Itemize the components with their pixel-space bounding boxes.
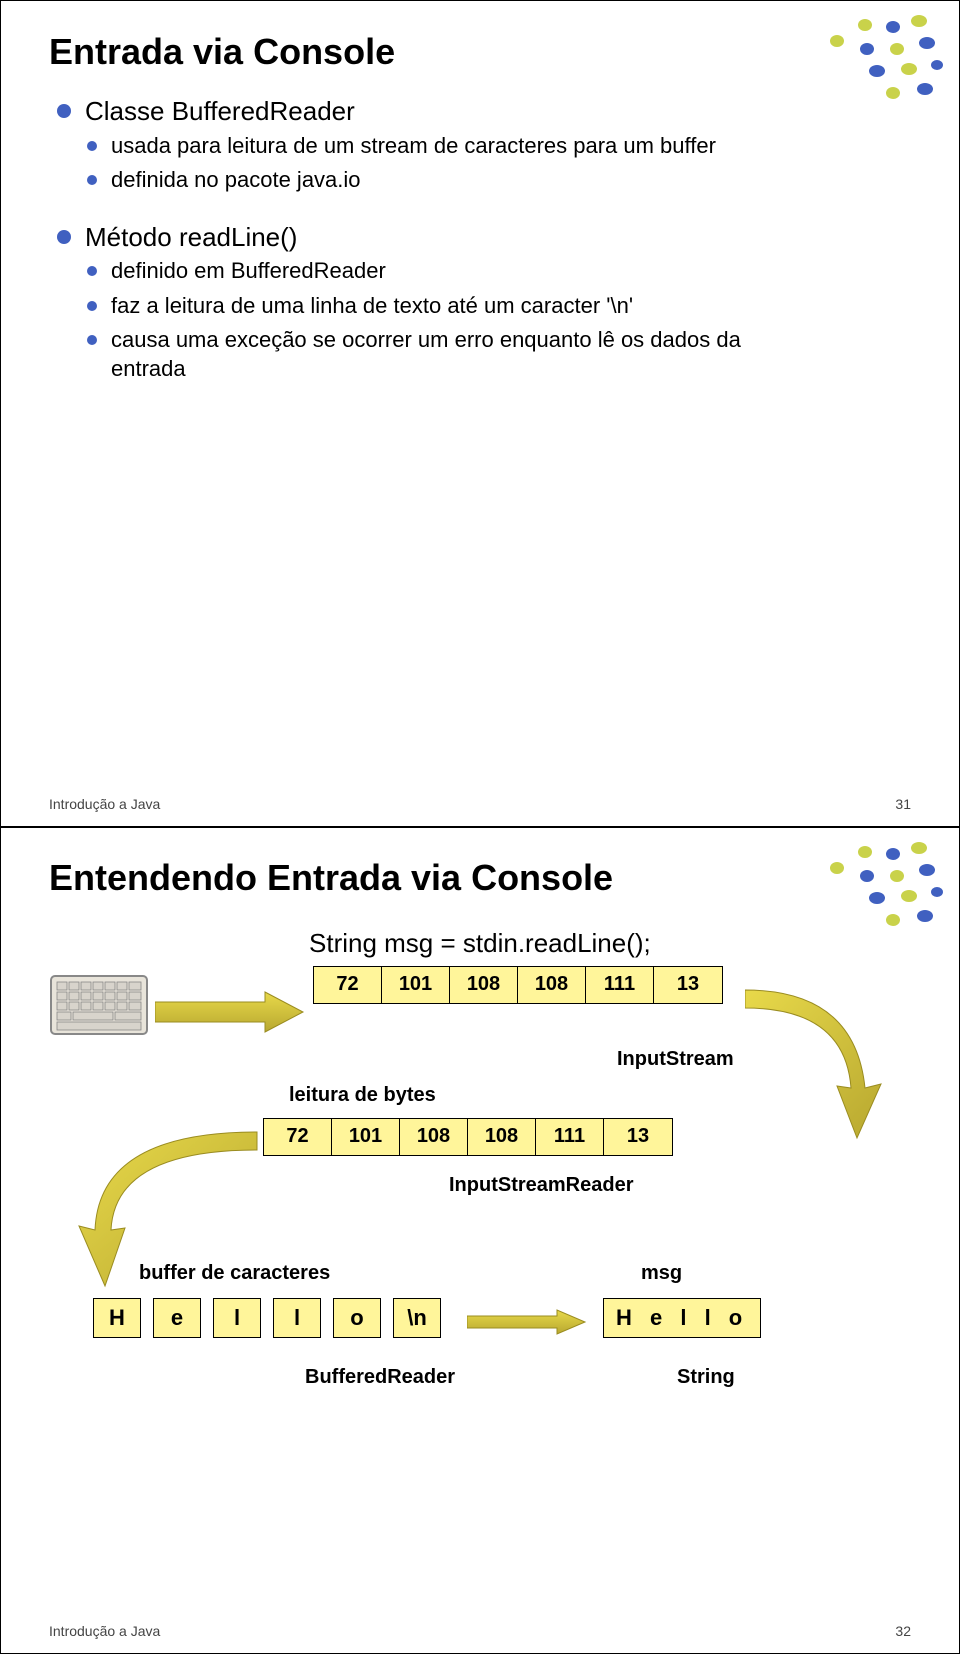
bullet-text: Método readLine() — [85, 221, 297, 254]
slide-1: Entrada via Console Classe BufferedReade… — [0, 0, 960, 827]
label-inputstreamreader: InputStreamReader — [449, 1174, 634, 1197]
char-cell: l — [213, 1298, 261, 1338]
bullet-icon — [87, 141, 97, 151]
msg-value-box: H e l l o — [603, 1298, 761, 1338]
sub-bullet-item: usada para leitura de um stream de carac… — [87, 132, 911, 161]
slide-footer: Introdução a Java 32 — [49, 1623, 911, 1639]
byte-cell: 13 — [654, 967, 722, 1003]
slide-title: Entendendo Entrada via Console — [49, 858, 911, 898]
bullet-icon — [87, 175, 97, 185]
corner-decoration — [815, 15, 945, 105]
byte-cell: 13 — [604, 1119, 672, 1155]
bullet-icon — [87, 301, 97, 311]
slide-2: Entendendo Entrada via Console String ms… — [0, 827, 960, 1654]
bullet-icon — [87, 335, 97, 345]
label-bufferedreader: BufferedReader — [305, 1366, 455, 1389]
keyboard-icon — [49, 974, 149, 1048]
byte-cell: 108 — [518, 967, 586, 1003]
byte-cell: 108 — [468, 1119, 536, 1155]
arrow-right-small-icon — [467, 1308, 587, 1336]
code-line: String msg = stdin.readLine(); — [309, 928, 651, 959]
arrow-curved-down-icon — [745, 978, 895, 1148]
label-string: String — [677, 1366, 735, 1389]
byte-cell: 72 — [264, 1119, 332, 1155]
byte-cell: 72 — [314, 967, 382, 1003]
bullet-item: Método readLine() — [57, 221, 911, 254]
char-cell: H — [93, 1298, 141, 1338]
byte-cell: 108 — [450, 967, 518, 1003]
bullet-text: Classe BufferedReader — [85, 95, 355, 128]
char-cell: o — [333, 1298, 381, 1338]
byte-row-top: 7210110810811113 — [313, 966, 723, 1004]
label-msg: msg — [641, 1262, 682, 1285]
char-cell: l — [273, 1298, 321, 1338]
bullet-icon — [87, 266, 97, 276]
flow-diagram: String msg = stdin.readLine(); 721011081… — [49, 920, 911, 1460]
label-inputstream: InputStream — [617, 1048, 734, 1071]
char-cell: \n — [393, 1298, 441, 1338]
bullet-text: causa uma exceção se ocorrer um erro enq… — [111, 326, 751, 383]
bullet-item: Classe BufferedReader — [57, 95, 911, 128]
label-leitura-bytes: leitura de bytes — [289, 1084, 436, 1107]
page-number: 31 — [895, 796, 911, 812]
corner-decoration — [815, 842, 945, 932]
slide-footer: Introdução a Java 31 — [49, 796, 911, 812]
sub-bullet-item: faz a leitura de uma linha de texto até … — [87, 292, 911, 321]
bullet-icon — [57, 230, 71, 244]
byte-cell: 108 — [400, 1119, 468, 1155]
bullet-list: Classe BufferedReader usada para leitura… — [57, 95, 911, 384]
sub-bullet-item: causa uma exceção se ocorrer um erro enq… — [87, 326, 911, 383]
byte-cell: 101 — [332, 1119, 400, 1155]
footer-text: Introdução a Java — [49, 1623, 160, 1639]
bullet-text: usada para leitura de um stream de carac… — [111, 132, 716, 161]
byte-row-bottom: 7210110810811113 — [263, 1118, 673, 1156]
byte-cell: 111 — [536, 1119, 604, 1155]
arrow-right-icon — [155, 990, 305, 1034]
byte-cell: 111 — [586, 967, 654, 1003]
slide-title: Entrada via Console — [49, 31, 911, 73]
bullet-text: faz a leitura de uma linha de texto até … — [111, 292, 633, 321]
byte-cell: 101 — [382, 967, 450, 1003]
bullet-icon — [57, 104, 71, 118]
footer-text: Introdução a Java — [49, 796, 160, 812]
sub-bullet-item: definida no pacote java.io — [87, 166, 911, 195]
page-number: 32 — [895, 1623, 911, 1639]
char-row: Hello\n — [93, 1298, 453, 1338]
sub-bullet-item: definido em BufferedReader — [87, 257, 911, 286]
bullet-text: definido em BufferedReader — [111, 257, 386, 286]
char-cell: e — [153, 1298, 201, 1338]
label-buffer-chars: buffer de caracteres — [139, 1262, 330, 1285]
bullet-text: definida no pacote java.io — [111, 166, 361, 195]
